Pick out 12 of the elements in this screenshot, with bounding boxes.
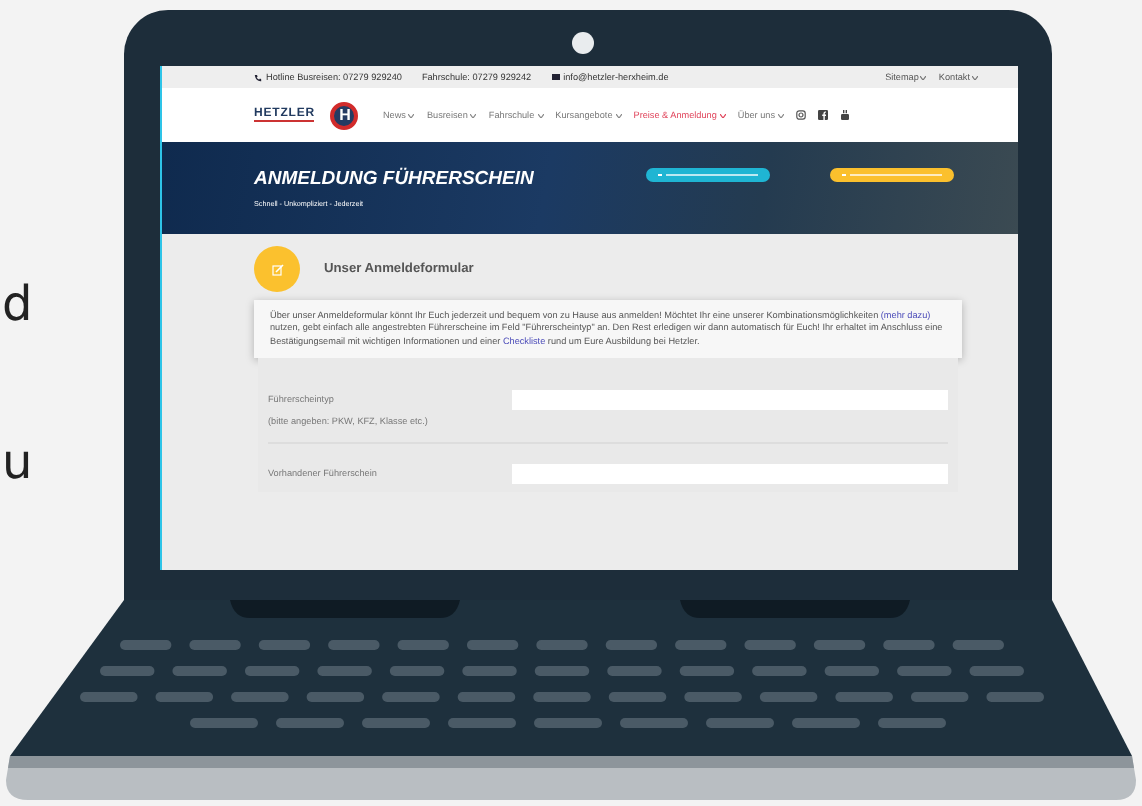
camera-icon [572, 32, 594, 54]
phone-icon [254, 73, 262, 81]
edit-icon [254, 246, 300, 292]
hero-button[interactable] [646, 168, 770, 182]
mail-icon [551, 74, 560, 80]
hero-button[interactable] [830, 168, 954, 182]
cut-off-text: d [2, 280, 33, 328]
logo-letter: H [330, 101, 359, 129]
hero-title: ANMELDUNG FÜHRERSCHEIN [254, 168, 534, 190]
instagram-icon[interactable] [796, 110, 807, 120]
facebook-icon[interactable] [818, 110, 829, 120]
cut-off-text: u [2, 438, 33, 486]
